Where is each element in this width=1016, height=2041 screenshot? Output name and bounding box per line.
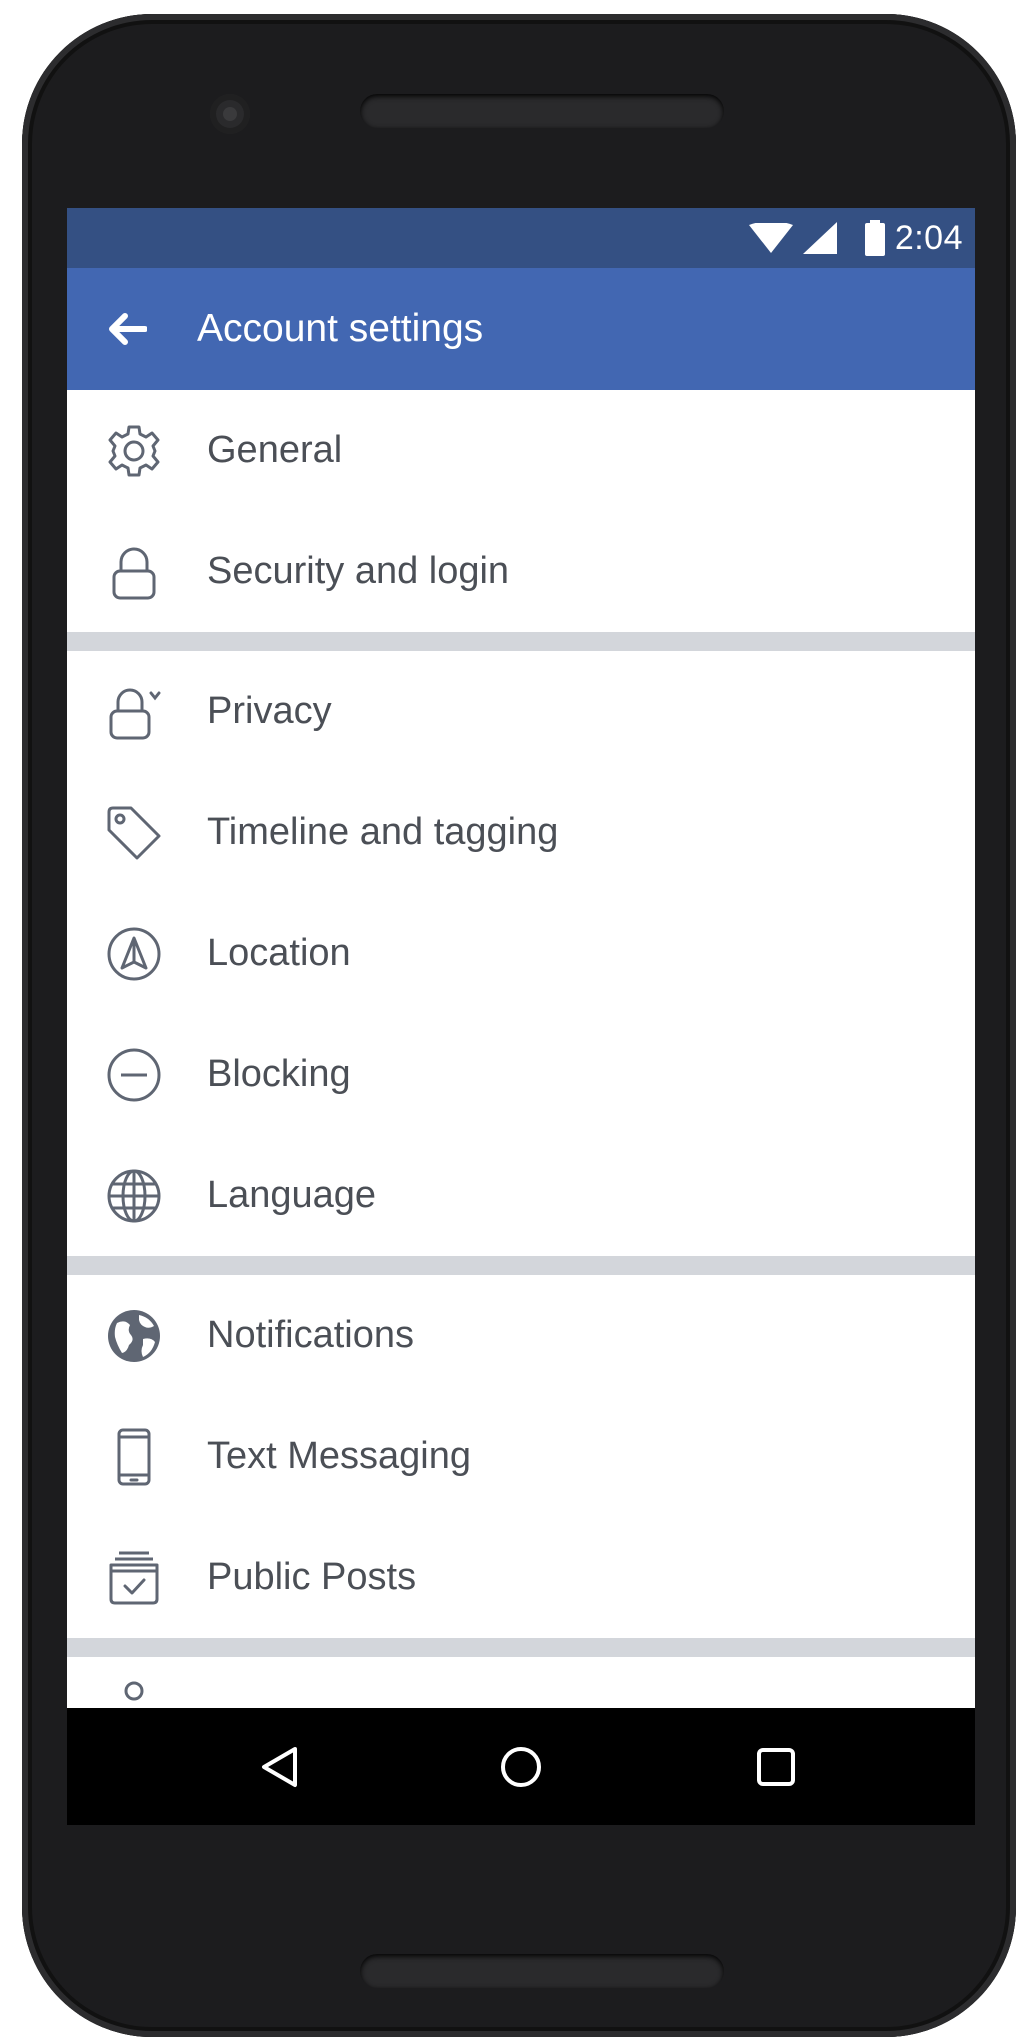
- recents-square-icon: [755, 1746, 797, 1788]
- location-arrow-icon: [105, 925, 163, 983]
- system-nav-bar: [67, 1708, 975, 1825]
- settings-item-label: Location: [207, 932, 351, 974]
- settings-item-text-messaging[interactable]: Text Messaging: [67, 1396, 975, 1517]
- settings-item-location[interactable]: Location: [67, 893, 975, 1014]
- tag-icon: [105, 804, 163, 862]
- section-divider: [67, 632, 975, 651]
- settings-item-label: Notifications: [207, 1314, 414, 1356]
- section-divider: [67, 1256, 975, 1275]
- lock-icon: [105, 543, 163, 601]
- earpiece-speaker: [360, 94, 724, 128]
- nav-back-button[interactable]: [219, 1708, 339, 1825]
- settings-item-blocking[interactable]: Blocking: [67, 1014, 975, 1135]
- privacy-lock-icon: [105, 683, 163, 741]
- screen: 2:04 Account settings General Security a…: [67, 208, 975, 1825]
- settings-item-timeline-and-tagging[interactable]: Timeline and tagging: [67, 772, 975, 893]
- settings-item-language[interactable]: Language: [67, 1135, 975, 1256]
- settings-item-label: Public Posts: [207, 1556, 417, 1598]
- public-posts-icon: [105, 1549, 163, 1607]
- settings-item-label: Security and login: [207, 550, 510, 592]
- front-camera: [210, 94, 250, 134]
- app-bar: Account settings: [67, 268, 975, 390]
- globe-icon: [105, 1307, 163, 1365]
- settings-item-label: Blocking: [207, 1053, 351, 1095]
- settings-item-label: Privacy: [207, 690, 332, 732]
- settings-item-general[interactable]: General: [67, 390, 975, 511]
- status-time: 2:04: [894, 218, 963, 257]
- globe-grid-icon: [105, 1167, 163, 1225]
- settings-item-public-posts[interactable]: Public Posts: [67, 1517, 975, 1638]
- settings-item-label: Timeline and tagging: [207, 811, 559, 853]
- bottom-speaker: [360, 1954, 724, 1988]
- settings-item-security-and-login[interactable]: Security and login: [67, 511, 975, 632]
- settings-item-privacy[interactable]: Privacy: [67, 651, 975, 772]
- home-circle-icon: [499, 1745, 543, 1789]
- page-title: Account settings: [197, 307, 484, 350]
- settings-item-label: Text Messaging: [207, 1435, 472, 1477]
- battery-icon: [864, 220, 885, 256]
- status-bar: 2:04: [67, 208, 975, 268]
- back-triangle-icon: [259, 1745, 299, 1789]
- cut-off-settings-item: [67, 1657, 975, 1701]
- settings-item-label: Language: [207, 1174, 377, 1216]
- phone-icon: [105, 1428, 163, 1486]
- settings-item-label: General: [207, 429, 343, 471]
- settings-list: General Security and login Privacy Timel…: [67, 390, 975, 1708]
- section-divider: [67, 1638, 975, 1657]
- back-button[interactable]: [97, 299, 157, 359]
- nav-home-button[interactable]: [461, 1708, 581, 1825]
- arrow-left-icon: [107, 312, 147, 346]
- signal-icon: [802, 222, 837, 254]
- block-icon: [105, 1046, 163, 1104]
- settings-item-notifications[interactable]: Notifications: [67, 1275, 975, 1396]
- nav-recents-button[interactable]: [716, 1708, 836, 1825]
- wifi-icon: [748, 223, 793, 253]
- gear-icon: [105, 422, 163, 480]
